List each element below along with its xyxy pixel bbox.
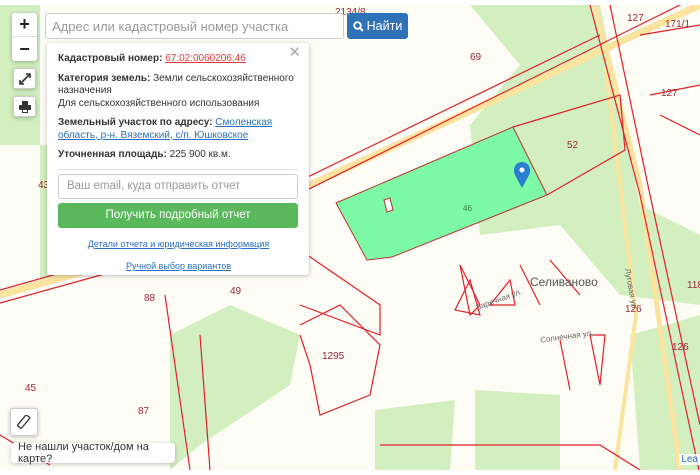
- map-label: 1295: [322, 351, 345, 362]
- area-label: Уточненная площадь:: [58, 149, 167, 160]
- search-icon: [352, 20, 364, 32]
- map-label: 126: [672, 342, 689, 353]
- get-report-button[interactable]: Получить подробный отчет: [58, 202, 298, 228]
- zoom-out-button[interactable]: −: [12, 37, 37, 61]
- map-label: 49: [230, 286, 242, 297]
- close-icon[interactable]: ✕: [288, 45, 301, 59]
- forest-area: [630, 315, 700, 470]
- map-label: 69: [470, 52, 482, 63]
- map-label: 52: [567, 140, 579, 151]
- details-link[interactable]: Детали отчета и юридическая информация: [58, 238, 299, 251]
- manual-selection-link[interactable]: Ручной выбор вариантов: [58, 260, 299, 273]
- forest-area: [170, 305, 300, 470]
- usage-value: Для сельскохозяйственного использования: [58, 97, 260, 109]
- category-label: Категория земель:: [58, 72, 151, 84]
- selected-parcel: [335, 126, 548, 261]
- map-label: 45: [25, 383, 37, 394]
- parcel-info-popup: ✕ Кадастровый номер: 67:02:0060206:46 Ка…: [47, 43, 309, 275]
- email-input[interactable]: [58, 173, 298, 199]
- address-label: Земельный участок по адресу:: [58, 117, 213, 128]
- ruler-icon: [17, 415, 31, 429]
- expand-icon: [18, 72, 31, 85]
- find-button-label: Найти: [366, 19, 403, 33]
- area-value: 225 900 кв.м.: [169, 149, 231, 160]
- map-label: 88: [144, 293, 156, 304]
- print-button[interactable]: [13, 96, 36, 117]
- find-button[interactable]: Найти: [347, 13, 408, 39]
- map-label: 127: [627, 13, 644, 24]
- not-found-hint-button[interactable]: Не нашли участок/дом на карте?: [11, 441, 175, 465]
- map-label: 118: [687, 280, 700, 291]
- fullscreen-button[interactable]: [13, 68, 36, 89]
- map-label: 46: [463, 204, 472, 213]
- zoom-in-button[interactable]: +: [12, 13, 37, 37]
- search-input[interactable]: [45, 13, 344, 39]
- map-label: 171/1: [665, 19, 691, 30]
- ruler-button[interactable]: [10, 408, 38, 436]
- forest-area: [475, 390, 560, 470]
- forest-area: [375, 400, 455, 470]
- map-label: 127: [661, 88, 678, 99]
- cadastral-label: Кадастровый номер:: [58, 53, 163, 64]
- attribution-link[interactable]: Lea: [679, 454, 700, 465]
- cadastral-number-link[interactable]: 67:02:0060206:46: [165, 53, 246, 64]
- zoom-control: + −: [12, 13, 37, 61]
- village-label: Селиваново: [530, 275, 598, 289]
- print-icon: [18, 100, 31, 113]
- map-label: 87: [138, 406, 150, 417]
